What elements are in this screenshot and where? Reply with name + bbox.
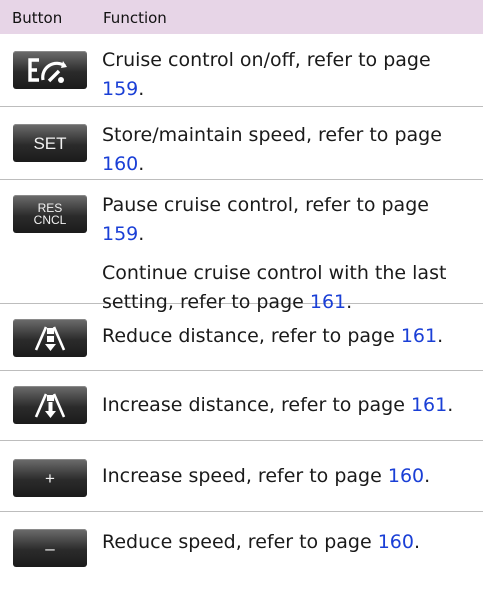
page-link[interactable]: 159 bbox=[102, 78, 138, 100]
table-row: + Increase speed, refer to page 160. bbox=[0, 441, 483, 512]
function-text: Pause cruise control, refer to page 159.… bbox=[102, 194, 447, 313]
cruise-control-button bbox=[13, 51, 87, 89]
table-row: RES CNCL Pause cruise control, refer to p… bbox=[0, 180, 483, 313]
minus-icon: – bbox=[45, 538, 55, 558]
increase-distance-icon bbox=[34, 393, 66, 418]
table-row: Increase distance, refer to page 161. bbox=[0, 371, 483, 441]
page-link[interactable]: 159 bbox=[102, 223, 138, 245]
cruise-control-icon bbox=[28, 58, 67, 83]
plus-icon: + bbox=[45, 468, 55, 488]
function-text: Increase speed, refer to page 160. bbox=[102, 465, 431, 487]
table-row: SET Store/maintain speed, refer to page … bbox=[0, 107, 483, 180]
table-row: – Reduce speed, refer to page 160. bbox=[0, 512, 483, 582]
page-link[interactable]: 160 bbox=[388, 465, 424, 487]
page-link[interactable]: 161 bbox=[401, 325, 437, 347]
function-text: Increase distance, refer to page 161. bbox=[102, 394, 454, 416]
table-row: Cruise control on/off, refer to page 159… bbox=[0, 34, 483, 107]
reduce-distance-button bbox=[13, 319, 87, 357]
header-function: Function bbox=[103, 9, 167, 27]
res-cncl-button: RES CNCL bbox=[13, 195, 87, 233]
page-link[interactable]: 161 bbox=[411, 394, 447, 416]
page-link[interactable]: 160 bbox=[378, 531, 414, 553]
function-text: Cruise control on/off, refer to page 159… bbox=[102, 49, 431, 100]
header-button: Button bbox=[12, 9, 63, 27]
function-text: Reduce distance, refer to page 161. bbox=[102, 325, 444, 347]
page-link[interactable]: 160 bbox=[102, 153, 138, 175]
table-row: Reduce distance, refer to page 161. bbox=[0, 304, 483, 371]
reduce-distance-icon bbox=[34, 326, 66, 351]
plus-button: + bbox=[13, 459, 87, 497]
function-text: Reduce speed, refer to page 160. bbox=[102, 531, 421, 553]
set-label: SET bbox=[33, 133, 67, 153]
res-cncl-label: RES CNCL bbox=[33, 201, 67, 227]
table-header: Button Function bbox=[0, 0, 483, 34]
set-button: SET bbox=[13, 124, 87, 162]
function-text: Store/maintain speed, refer to page 160. bbox=[102, 124, 442, 175]
minus-button: – bbox=[13, 529, 87, 567]
increase-distance-button bbox=[13, 386, 87, 424]
